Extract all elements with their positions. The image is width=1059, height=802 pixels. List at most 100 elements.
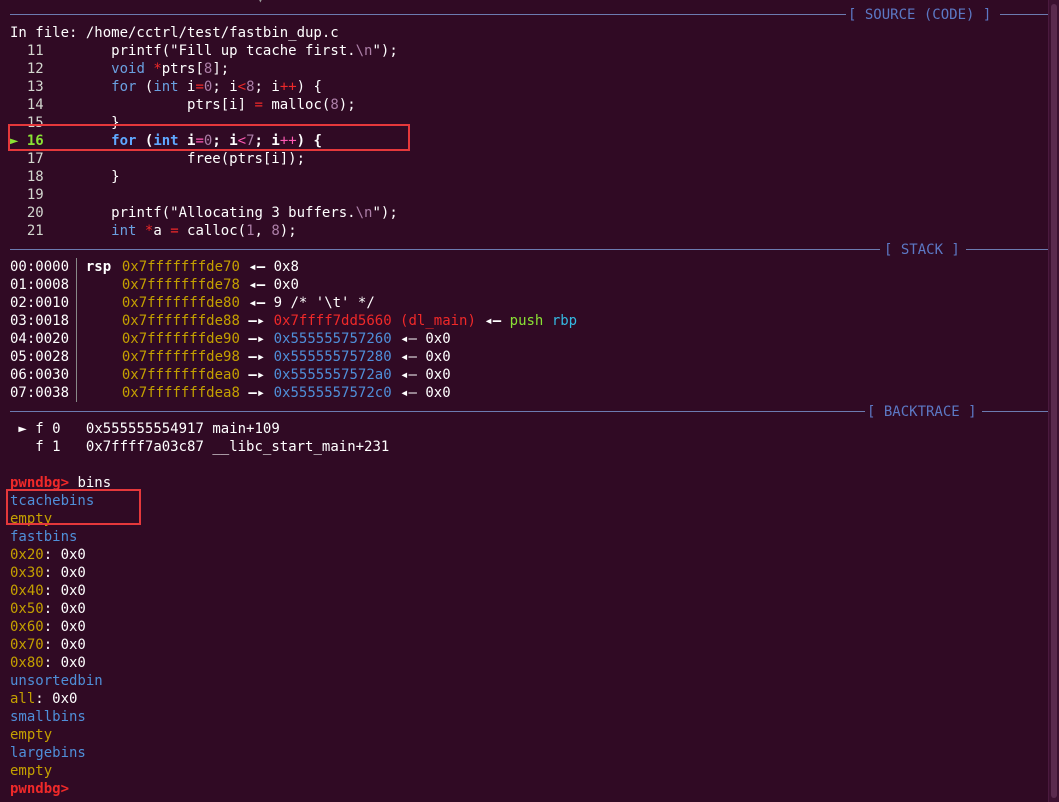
stack-offset: 05:0028 [10,349,70,365]
stack-offset: 00:0000 [10,259,70,275]
value-arrow-icon: ◂— [248,277,266,293]
frame-index: f 1 [35,439,61,455]
code-token: , [254,223,272,239]
final-prompt: pwndbg> [10,781,70,797]
code-token: * [153,61,162,77]
bins-token: : 0x0 [43,655,86,671]
code-token: "Fill up tcache first. [170,43,356,59]
frame-marker-icon: ► [10,421,27,437]
bins-line: 0x40: 0x0 [10,582,86,600]
stack-offset: 06:0030 [10,367,70,383]
line-gutter [10,97,27,113]
line-gutter [10,187,27,203]
backtrace-frame: f 1 0x7ffff7a03c87 __libc_start_main+231 [10,438,389,456]
frame-index: f 0 [35,421,61,437]
code-token: \n [355,43,373,59]
file-line: In file: /home/cctrl/test/fastbin_dup.c [10,24,339,42]
stack-offset: 03:0018 [10,313,70,329]
bins-token: 0x80 [10,655,44,671]
backtrace-frame: ► f 0 0x555555554917 main+109 [10,420,280,438]
code-token: ptrs[i] [111,97,255,113]
file-path: /home/cctrl/test/fastbin_dup.c [85,25,339,41]
bins-line: unsortedbin [10,672,103,690]
stack-offset: 07:0038 [10,385,70,401]
bins-token: 0x40 [10,583,44,599]
stack-divider-left [10,249,880,250]
bins-token: fastbins [10,529,78,545]
scrollbar-thumb[interactable] [1051,4,1057,798]
bins-token: : 0x0 [43,619,86,635]
source-line: 13 for (int i=0; i<8; i++) { [10,78,322,96]
line-number: 14 [26,97,44,113]
source-divider-right [1000,14,1049,15]
code-token: "); [372,205,398,221]
file-prefix: In file: [10,25,86,41]
source-line: 18 } [10,168,120,186]
stack-offset: 04:0020 [10,331,70,347]
bins-token: 0x60 [10,619,44,635]
line-gutter [10,151,27,167]
code-token: printf( [111,43,171,59]
source-line: 17 free(ptrs[i]); [10,150,305,168]
scrollbar[interactable] [1048,0,1059,802]
bins-token: smallbins [10,709,86,725]
bins-token: 0x70 [10,637,44,653]
value-arrow-icon: ◂— [248,259,266,275]
code-token: int [153,79,179,95]
code-token: "Allocating 3 buffers. [170,205,356,221]
bins-token: empty [10,727,53,743]
frame-address: 0x7ffff7a03c87 [85,439,204,455]
bins-token: 0x30 [10,565,44,581]
stack-value: 9 /* '\t' */ [273,295,375,311]
final-prompt-line[interactable]: pwndbg> [10,780,69,798]
stack-pointer-target: 0x5555557572c0 [273,385,392,401]
bins-token: : 0x0 [43,637,86,653]
source-divider-left [10,14,846,15]
stack-address: 0x7fffffffde70 [121,259,240,275]
code-token: ) { [296,79,322,95]
bins-token: 0x20 [10,547,44,563]
code-token: ( [136,79,154,95]
value-arrow-icon: ◂— [248,295,266,311]
stack-section-header: [ STACK ] [882,241,962,259]
frame-symbol: main+109 [212,421,280,437]
code-token: for [111,79,137,95]
bins-line: empty [10,726,52,744]
source-section-header: [ SOURCE (CODE) ] [846,6,994,24]
bins-token: : 0x0 [43,547,86,563]
backtrace-divider-right [982,411,1049,412]
frame-address: 0x555555554917 [85,421,204,437]
stack-offset: 01:0008 [10,277,70,293]
bins-token: largebins [10,745,86,761]
code-token: 8 [330,97,339,113]
code-token: ); [279,223,297,239]
terminal-window[interactable]: ▾ [ SOURCE (CODE) ] In file: /home/cctrl… [0,0,1059,802]
stack-value: 0x0 [273,277,299,293]
bins-token: : 0x0 [43,565,86,581]
bins-token: : 0x0 [43,583,86,599]
code-token: = [254,97,263,113]
bins-token: 0x50 [10,601,44,617]
code-token: i [178,79,196,95]
code-token: ); [338,97,356,113]
pointer-arrow-icon: —▸ [248,385,266,401]
code-token: ; i [212,79,238,95]
code-token: = [170,223,179,239]
stack-value: ◂— push [484,313,543,329]
frame-symbol: __libc_start_main+231 [212,439,390,455]
frame-marker-icon [10,439,27,455]
stack-value: ◂— 0x0 [400,331,451,347]
stack-row: 00:0000 rsp 0x7fffffffde70 ◂— 0x8 [10,258,299,276]
bins-line: 0x30: 0x0 [10,564,86,582]
code-token: printf( [111,205,171,221]
bins-line: fastbins [10,528,77,546]
